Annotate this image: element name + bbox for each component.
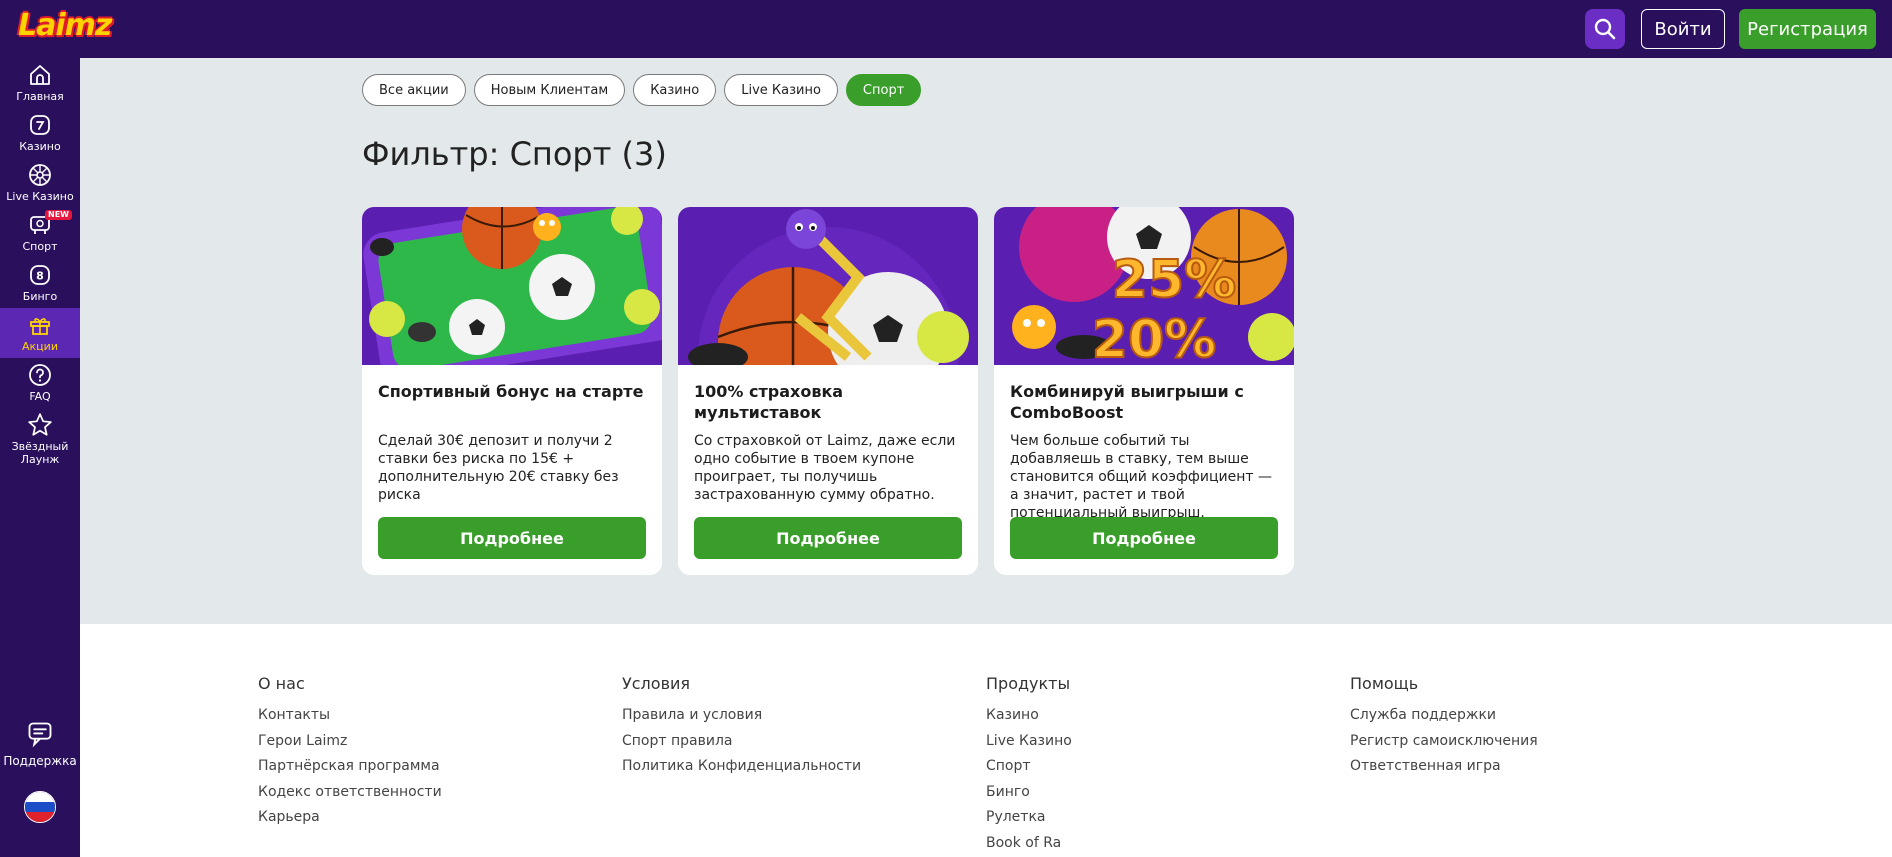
footer-link[interactable]: Регистр самоисключения xyxy=(1350,729,1538,755)
footer-column-help: Помощь Служба поддержки Регистр самоискл… xyxy=(1350,674,1538,780)
new-badge: NEW xyxy=(45,210,72,220)
gift-icon xyxy=(27,312,53,338)
sidebar-item-casino[interactable]: Казино xyxy=(0,108,80,158)
promo-card-title: Комбинируй выигрыши с ComboBoost xyxy=(1010,382,1244,422)
login-button[interactable]: Войти xyxy=(1641,9,1725,49)
footer-column-title: О нас xyxy=(258,674,305,693)
footer-column-title: Помощь xyxy=(1350,674,1419,693)
filter-chip-all[interactable]: Все акции xyxy=(362,74,466,106)
footer-link[interactable]: Герои Laimz xyxy=(258,729,442,755)
sidebar-item-label: Главная xyxy=(16,90,64,103)
sidebar-item-label: Live Казино xyxy=(6,190,74,203)
sidebar-item-label: Казино xyxy=(19,140,61,153)
support-button[interactable]: Поддержка xyxy=(0,720,80,768)
roulette-icon xyxy=(27,162,53,188)
question-icon xyxy=(27,362,53,388)
footer-column-title: Продукты xyxy=(986,674,1071,693)
filter-chip-live-casino[interactable]: Live Казино xyxy=(724,74,838,106)
footer-link[interactable]: Контакты xyxy=(258,703,442,729)
footer-link[interactable]: Политика Конфиденциальности xyxy=(622,754,861,780)
footer-link[interactable]: Бинго xyxy=(986,780,1072,806)
sidebar-item-label: Звёздный Лаунж xyxy=(11,440,69,466)
promo-card-image xyxy=(678,207,978,365)
footer-column-products: Продукты Казино Live Казино Спорт Бинго … xyxy=(986,674,1072,856)
search-icon xyxy=(1594,18,1616,40)
svg-text:8: 8 xyxy=(36,270,44,283)
top-header: Laimz Войти Регистрация xyxy=(0,0,1892,58)
support-label: Поддержка xyxy=(3,754,77,768)
promo-card-image: 25% 20% xyxy=(994,207,1294,365)
footer-link[interactable]: Book of Ra xyxy=(986,831,1072,857)
sidebar-item-bingo[interactable]: 8 Бинго xyxy=(0,258,80,308)
promo-card: 25% 20% Комбинируй выигрыши с ComboBoost… xyxy=(994,207,1294,575)
filter-chip-sport[interactable]: Спорт xyxy=(845,74,922,106)
footer-column-title: Условия xyxy=(622,674,691,693)
footer-link[interactable]: Правила и условия xyxy=(622,703,861,729)
star-icon xyxy=(27,412,53,438)
filter-chip-casino[interactable]: Казино xyxy=(633,74,717,106)
promo-details-button[interactable]: Подробнее xyxy=(378,517,646,559)
sidebar-item-label: Спорт xyxy=(22,240,58,253)
footer-link[interactable]: Служба поддержки xyxy=(1350,703,1538,729)
footer-link[interactable]: Ответственная игра xyxy=(1350,754,1538,780)
sidebar-item-label: FAQ xyxy=(29,390,51,403)
page-title: Фильтр: Спорт (3) xyxy=(362,135,667,173)
sidebar-item-live-casino[interactable]: Live Казино xyxy=(0,158,80,208)
home-icon xyxy=(27,62,53,88)
footer-link[interactable]: Партнёрская программа xyxy=(258,754,442,780)
promo-filter-bar: Все акции Новым Клиентам Казино Live Каз… xyxy=(362,74,922,106)
footer-link[interactable]: Кодекс ответственности xyxy=(258,780,442,806)
footer-link[interactable]: Live Казино xyxy=(986,729,1072,755)
promo-card-description: Чем больше событий ты добавляешь в ставк… xyxy=(1010,433,1273,521)
sidebar-item-star-lounge[interactable]: Звёздный Лаунж xyxy=(0,408,80,470)
footer-link[interactable]: Спорт правила xyxy=(622,729,861,755)
promotions-main: Все акции Новым Клиентам Казино Live Каз… xyxy=(80,58,1892,624)
casino-icon xyxy=(27,112,53,138)
site-footer: О нас Контакты Герои Laimz Партнёрская п… xyxy=(80,624,1892,857)
promo-card: Спортивный бонус на старте Сделай 30€ де… xyxy=(362,207,662,575)
promo-image-text-20: 20% xyxy=(1092,310,1216,365)
promo-card-title: 100% страховка мультиставок xyxy=(694,382,844,422)
promo-card-title: Спортивный бонус на старте xyxy=(378,382,644,401)
footer-link[interactable]: Казино xyxy=(986,703,1072,729)
bingo-icon: 8 xyxy=(27,262,53,288)
promo-card: 100% страховка мультиставок Со страховко… xyxy=(678,207,978,575)
footer-column-terms: Условия Правила и условия Спорт правила … xyxy=(622,674,861,780)
footer-link[interactable]: Карьера xyxy=(258,805,442,831)
promo-card-description: Со страховкой от Laimz, даже если одно с… xyxy=(694,433,956,503)
sidebar-item-promotions[interactable]: Акции xyxy=(0,308,80,358)
promo-image-text-25: 25% xyxy=(1112,250,1236,310)
sidebar-item-sport[interactable]: NEW Спорт xyxy=(0,208,80,258)
sidebar-item-faq[interactable]: FAQ xyxy=(0,358,80,408)
sidebar-item-label: Бинго xyxy=(22,290,58,303)
promo-card-image xyxy=(362,207,662,365)
promo-details-button[interactable]: Подробнее xyxy=(1010,517,1278,559)
footer-column-about: О нас Контакты Герои Laimz Партнёрская п… xyxy=(258,674,442,831)
promo-details-button[interactable]: Подробнее xyxy=(694,517,962,559)
footer-link[interactable]: Рулетка xyxy=(986,805,1072,831)
language-flag-ru[interactable] xyxy=(24,791,56,823)
sidebar-item-home[interactable]: Главная xyxy=(0,58,80,108)
search-button[interactable] xyxy=(1585,9,1625,49)
sidebar-item-label: Акции xyxy=(22,340,58,353)
register-button[interactable]: Регистрация xyxy=(1739,9,1876,49)
footer-link[interactable]: Спорт xyxy=(986,754,1072,780)
chat-support-icon xyxy=(28,722,52,748)
sidebar: Главная Казино Live Казино NEW Спорт 8 Б… xyxy=(0,58,80,857)
filter-chip-new-clients[interactable]: Новым Клиентам xyxy=(473,74,626,106)
promo-card-description: Сделай 30€ депозит и получи 2 ставки без… xyxy=(378,433,619,503)
laimz-logo[interactable]: Laimz xyxy=(18,8,112,43)
